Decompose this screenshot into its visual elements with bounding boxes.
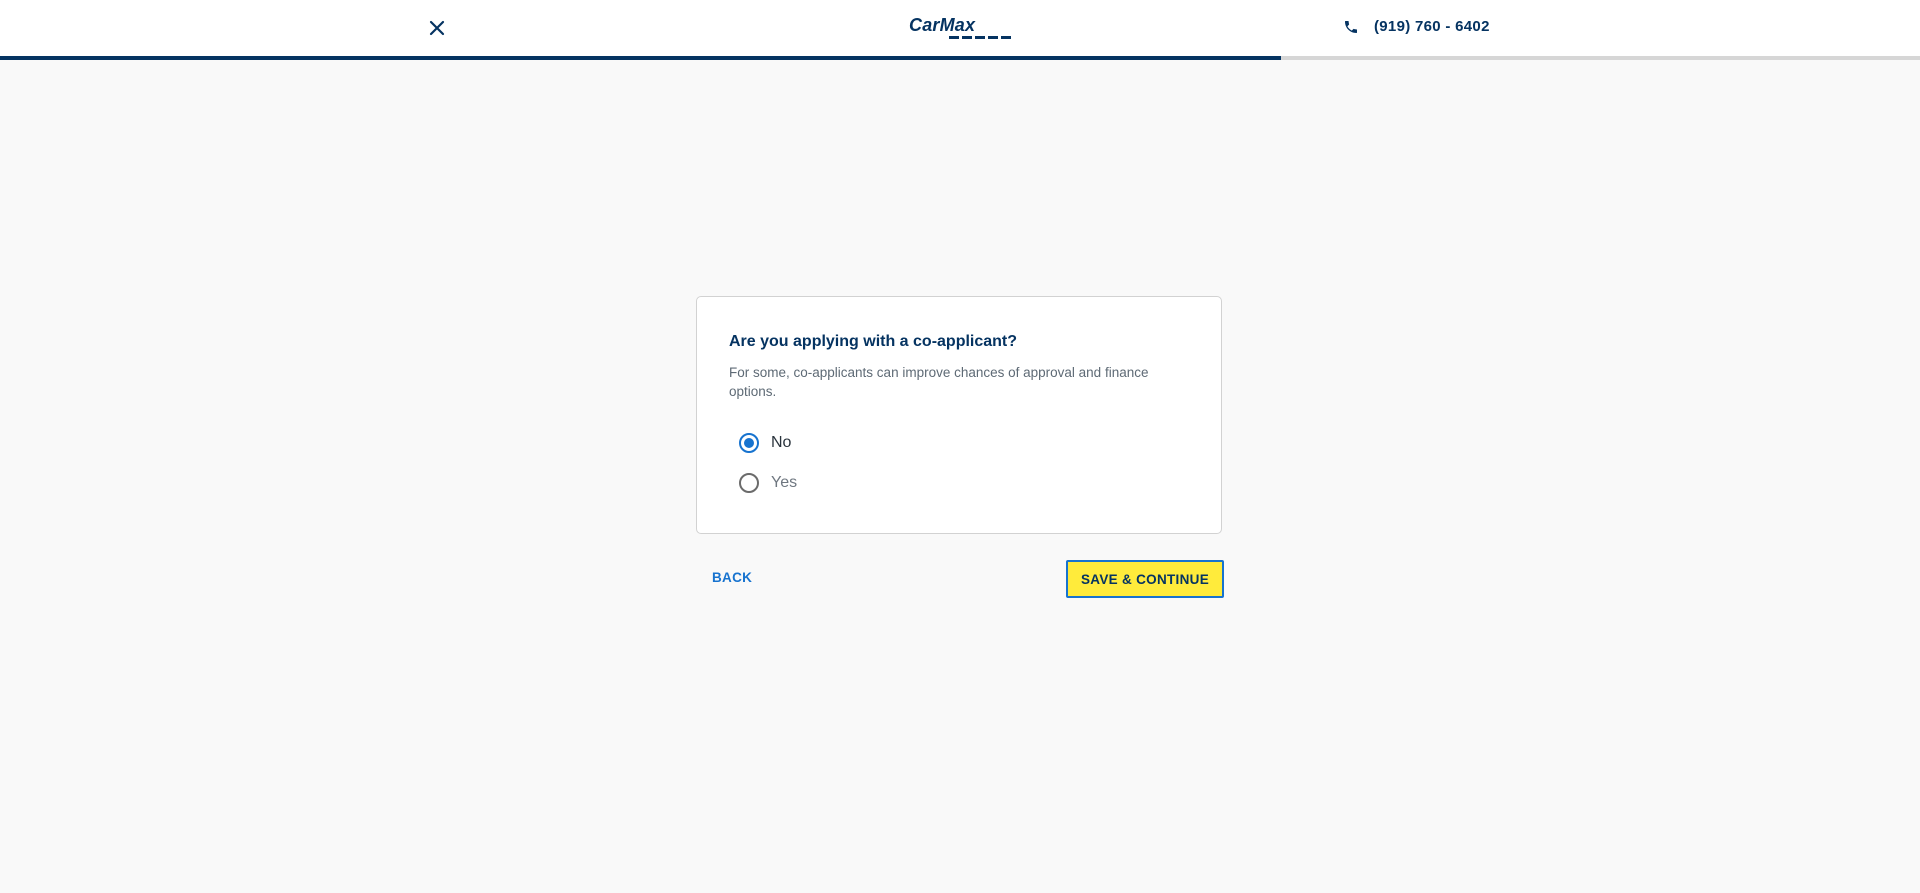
question-heading: Are you applying with a co-applicant? xyxy=(729,333,1018,350)
radio-selected-dot xyxy=(744,438,754,448)
phone-number: (919) 760 - 6402 xyxy=(1374,18,1490,35)
close-icon xyxy=(429,20,445,36)
radio-label-no: No xyxy=(771,434,792,451)
phone-link[interactable]: (919) 760 - 6402 xyxy=(1343,18,1490,35)
carmax-logo[interactable]: CarMax xyxy=(909,15,1011,41)
back-button[interactable]: BACK xyxy=(712,570,752,585)
radio-label-yes: Yes xyxy=(771,474,798,491)
close-button[interactable] xyxy=(426,17,448,39)
top-header: CarMax (919) 760 - 6402 xyxy=(0,0,1920,56)
carmax-logo-mark: CarMax xyxy=(909,15,1011,39)
radio-option-yes[interactable]: Yes xyxy=(739,473,797,493)
progress-bar-fill xyxy=(0,56,1281,60)
question-description: For some, co-applicants can improve chan… xyxy=(729,365,1149,399)
co-applicant-card: Are you applying with a co-applicant? Fo… xyxy=(696,296,1222,534)
radio-option-no[interactable]: No xyxy=(739,433,791,453)
svg-text:CarMax: CarMax xyxy=(909,15,976,35)
progress-bar xyxy=(0,56,1920,60)
phone-icon xyxy=(1345,20,1357,33)
radio-yes[interactable] xyxy=(739,473,759,493)
radio-no[interactable] xyxy=(739,433,759,453)
save-continue-button[interactable]: SAVE & CONTINUE xyxy=(1066,560,1224,598)
